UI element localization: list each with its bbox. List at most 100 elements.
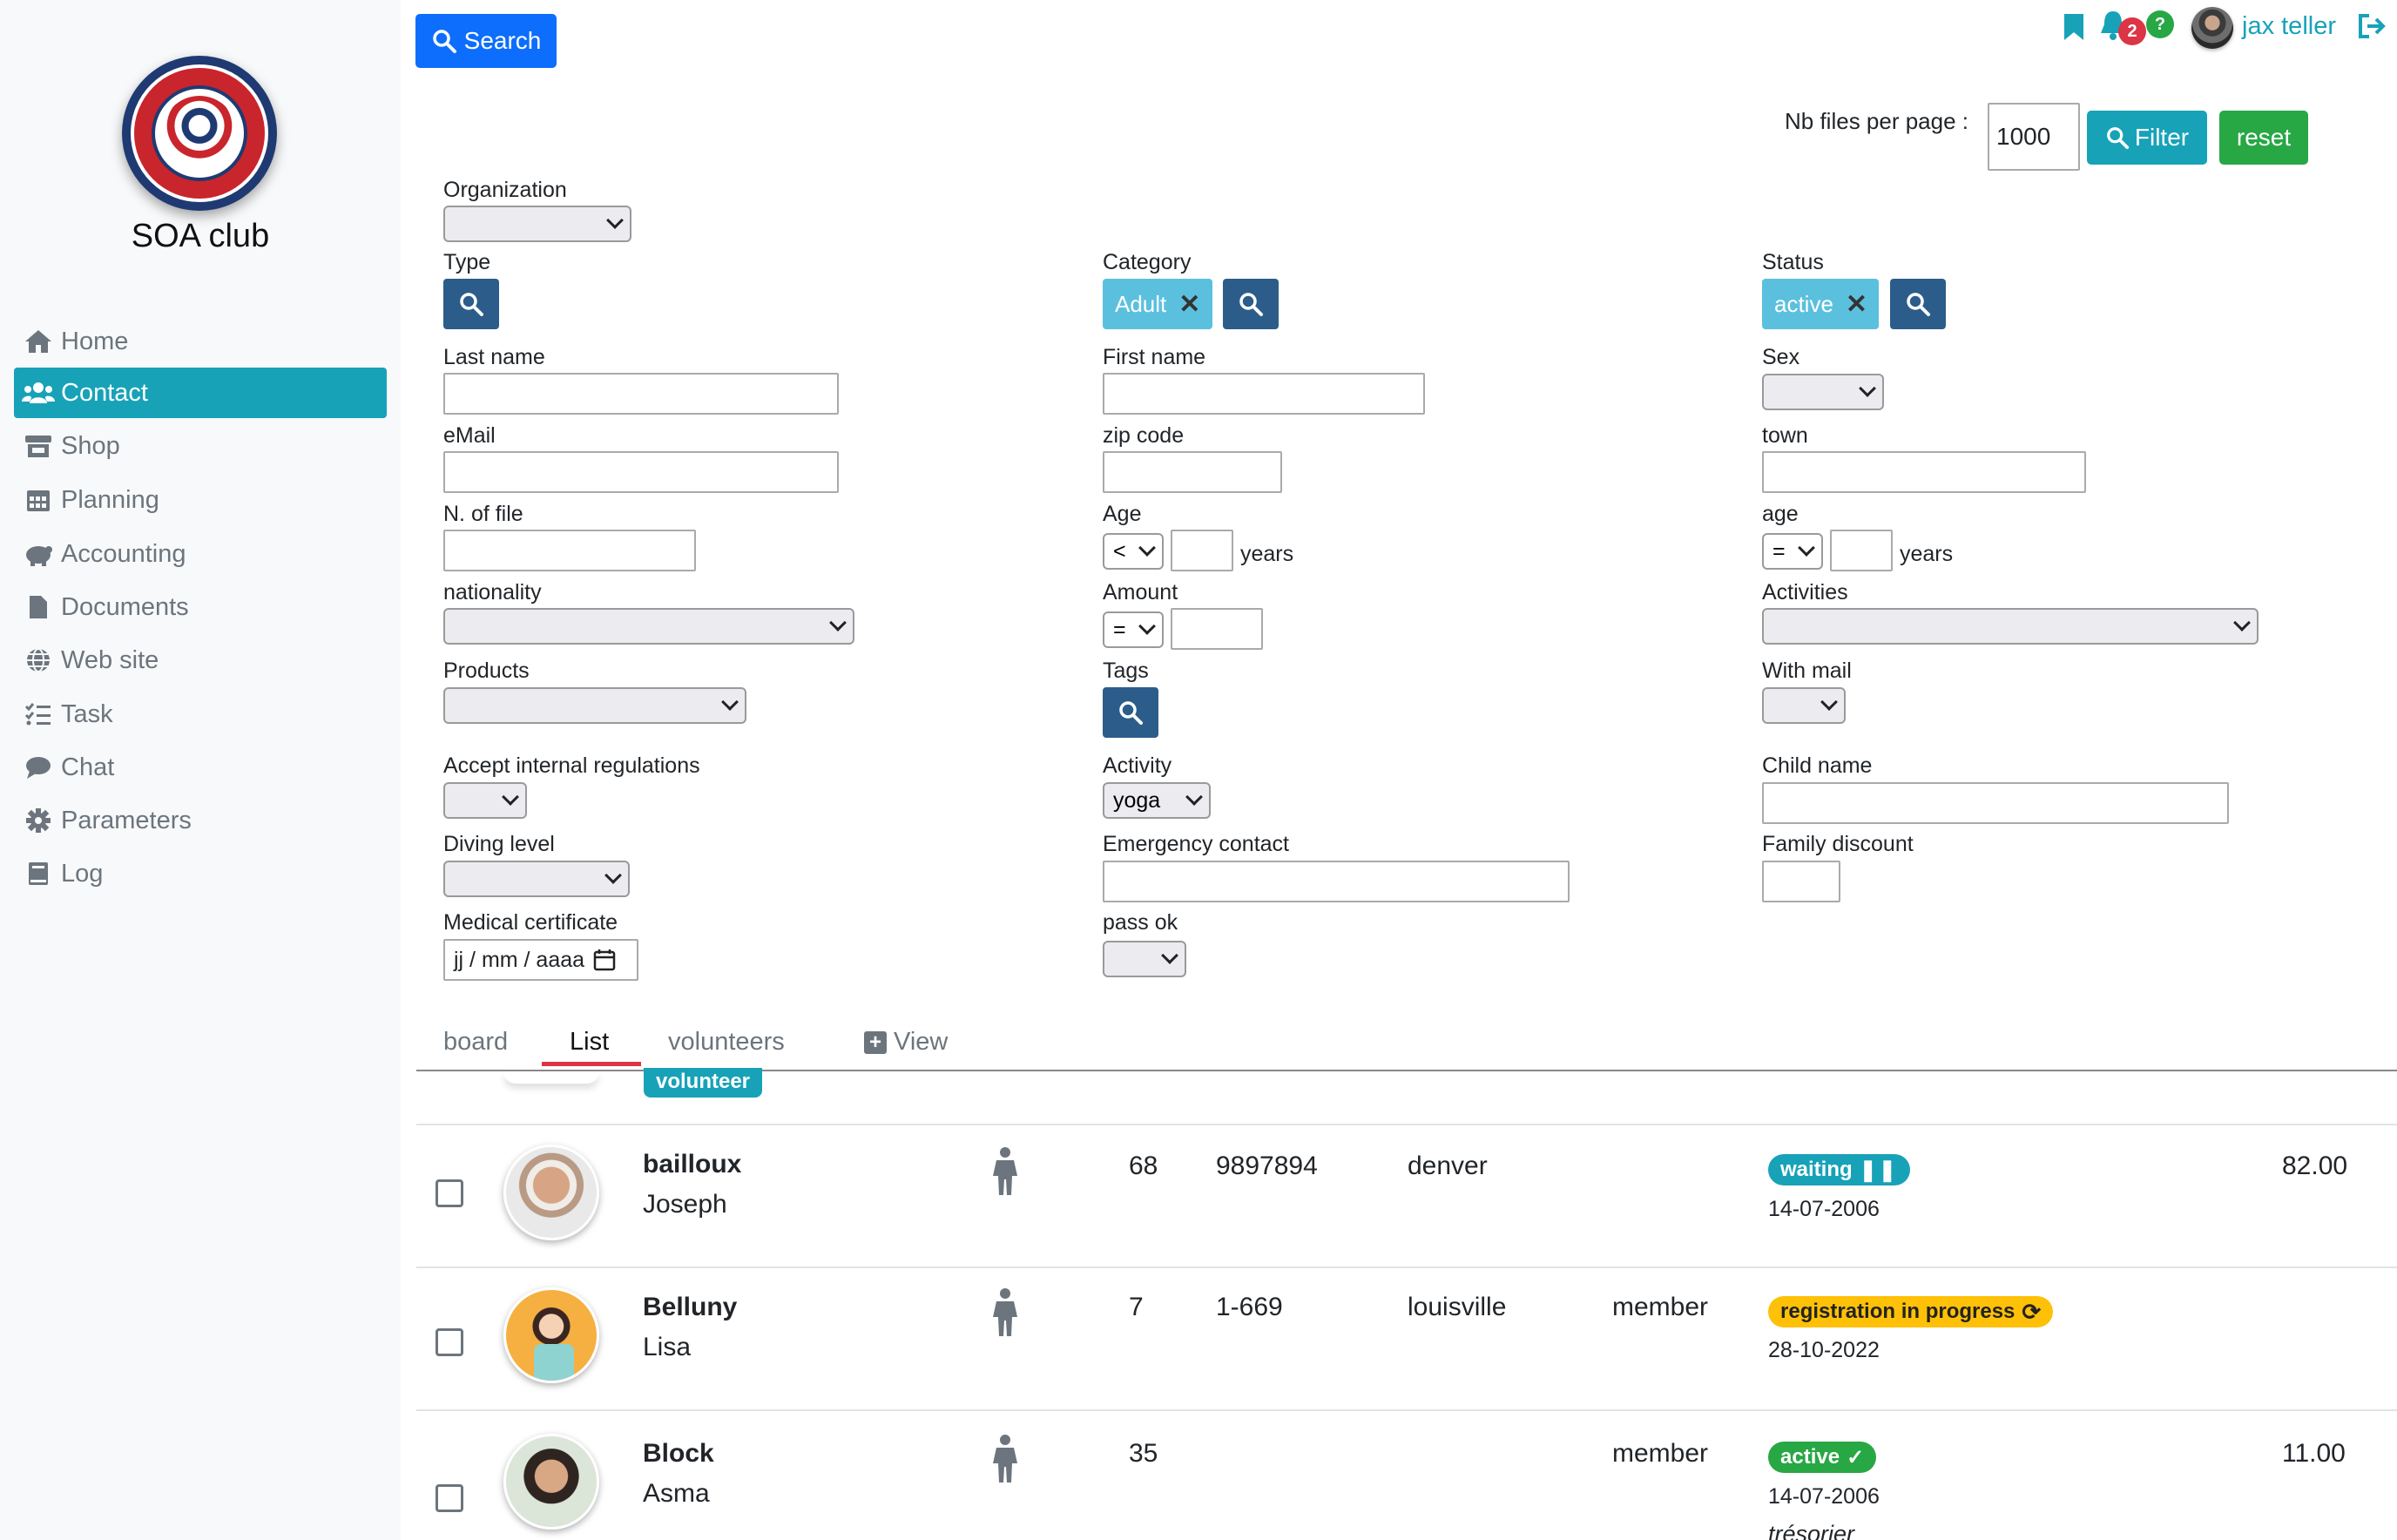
activities-select[interactable] [1762,608,2259,645]
medical-certificate-date-input[interactable]: jj / mm / aaaa [443,939,638,981]
tags-search-button[interactable] [1103,687,1158,738]
bookmark-icon[interactable] [2063,12,2085,42]
activity-select[interactable]: yoga [1103,782,1211,819]
user-name-link[interactable]: jax teller [2242,12,2336,41]
pass-ok-select[interactable] [1103,941,1186,977]
products-select[interactable] [443,687,746,724]
sex-select[interactable] [1762,374,1884,410]
with-mail-select[interactable] [1762,687,1846,724]
tab-list[interactable]: List [570,1028,609,1057]
sidebar-item-label: Parameters [61,806,192,834]
amount-input[interactable] [1171,608,1263,650]
avatar [503,1071,599,1084]
row-checkbox[interactable] [436,1179,463,1207]
status-tag-label: active [1774,290,1833,317]
remove-tag-icon[interactable]: ✕ [1846,289,1867,320]
date: 14-07-2006 [1768,1484,1880,1509]
sidebar-item-chat[interactable]: Chat [14,742,387,793]
filter-button[interactable]: Filter [2087,111,2207,165]
notifications-badge[interactable]: 2 [2118,17,2146,45]
sidebar-item-label: Web site [61,645,159,674]
remove-tag-icon[interactable]: ✕ [1178,289,1200,320]
club-logo[interactable] [122,56,277,211]
age-input-2[interactable] [1830,530,1893,571]
reset-button[interactable]: reset [2219,111,2308,165]
search-icon [460,293,483,316]
zip-code-input[interactable] [1103,451,1282,493]
category-tag[interactable]: Adult ✕ [1103,279,1212,329]
first-name-input[interactable] [1103,373,1425,415]
avatar[interactable] [503,1434,599,1530]
sidebar-item-log[interactable]: Log [14,848,387,899]
age-input[interactable] [1171,530,1233,571]
products-label: Products [443,659,530,683]
calendar-icon[interactable] [593,949,616,971]
status-text: active [1780,1445,1840,1469]
email-input[interactable] [443,451,839,493]
avatar[interactable] [503,1287,599,1383]
help-badge[interactable]: ? [2146,10,2174,38]
amount-operator-select[interactable]: = [1103,611,1164,648]
age-operator-select[interactable]: < [1103,533,1164,570]
category-search-button[interactable] [1223,279,1279,329]
with-mail-label: With mail [1762,659,1852,683]
search-button[interactable]: Search [415,14,557,68]
pause-icon: ❚❚ [1859,1158,1898,1182]
date: 14-07-2006 [1768,1197,1880,1221]
chevron-down-icon [1138,618,1156,635]
avatar[interactable] [503,1145,599,1240]
nationality-label: nationality [443,580,542,605]
last-name-input[interactable] [443,373,839,415]
status-search-button[interactable] [1890,279,1946,329]
sidebar-item-documents[interactable]: Documents [14,582,387,632]
tab-volunteers[interactable]: volunteers [668,1028,785,1057]
sidebar-item-planning[interactable]: Planning [14,475,387,525]
child-name-input[interactable] [1762,782,2229,824]
last-name[interactable]: Block [643,1439,714,1469]
logout-icon[interactable] [2357,12,2387,40]
town-input[interactable] [1762,451,2086,493]
row-checkbox[interactable] [436,1328,463,1356]
row-checkbox[interactable] [436,1484,463,1512]
tab-board[interactable]: board [443,1028,508,1057]
organization-select[interactable] [443,206,631,242]
sidebar-item-label: Task [61,699,113,728]
type-search-button[interactable] [443,279,499,329]
pass-ok-label: pass ok [1103,910,1178,935]
amount-operator-value: = [1113,617,1126,642]
sidebar-item-accounting[interactable]: Accounting [14,529,387,579]
sidebar-item-task[interactable]: Task [14,689,387,740]
chevron-down-icon [604,867,622,884]
nationality-select[interactable] [443,608,854,645]
chevron-down-icon [502,788,519,806]
search-icon [432,30,456,53]
age-operator-select-2[interactable]: = [1762,533,1823,570]
status-tag[interactable]: active ✕ [1762,279,1879,329]
child-name-label: Child name [1762,753,1873,778]
family-discount-input[interactable] [1762,861,1840,902]
sidebar-item-shop[interactable]: Shop [14,421,387,471]
nb-files-input[interactable]: 1000 [1988,103,2080,171]
diving-level-select[interactable] [443,861,630,897]
tab-view[interactable]: + View [864,1028,948,1057]
n-of-file-input[interactable] [443,530,696,571]
type-label: Type [443,250,491,274]
emergency-contact-input[interactable] [1103,861,1570,902]
last-name[interactable]: Belluny [643,1293,737,1322]
user-avatar[interactable] [2191,7,2233,49]
active-tab-indicator [542,1062,641,1066]
sidebar-item-contact[interactable]: Contact [14,368,387,418]
category-label: Category [1103,250,1192,274]
row-divider [416,1266,2397,1268]
sidebar-item-home[interactable]: Home [14,316,387,367]
amount: 82.00 [2282,1152,2348,1180]
chevron-down-icon [2233,614,2251,632]
sidebar-item-website[interactable]: Web site [14,635,387,686]
accept-regulations-select[interactable] [443,782,527,819]
status-badge: waiting ❚❚ [1768,1154,1910,1185]
status-badge: registration in progress ⟳ [1768,1296,2054,1327]
sidebar-item-label: Planning [61,485,159,514]
last-name[interactable]: bailloux [643,1150,741,1179]
sidebar-item-label: Home [61,327,129,355]
sidebar-item-parameters[interactable]: Parameters [14,795,387,846]
